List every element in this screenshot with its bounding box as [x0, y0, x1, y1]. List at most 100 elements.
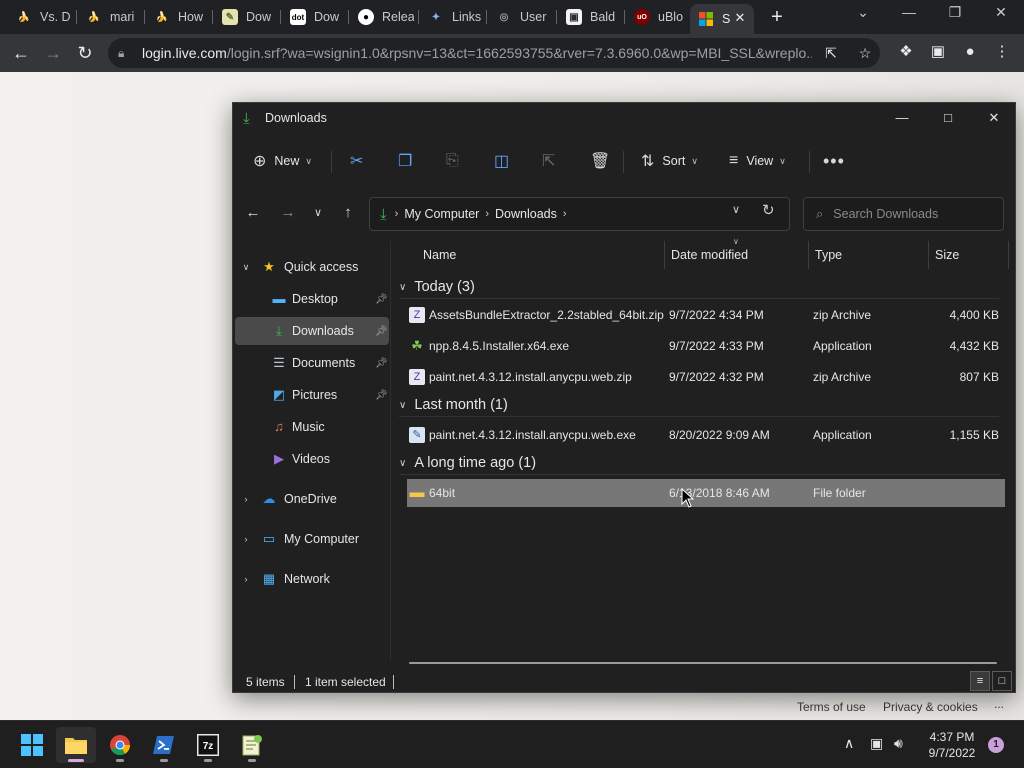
details-view-button[interactable]: ≡	[970, 671, 990, 691]
maximize-button[interactable]: □	[925, 103, 971, 133]
browser-tab[interactable]: ▣ Bald	[558, 4, 622, 30]
url-text[interactable]: login.live.com/login.srf?wa=wsignin1.0&r…	[142, 45, 812, 61]
search-box[interactable]: ⌕	[803, 197, 1004, 231]
taskbar-7zip[interactable]: 7z	[188, 727, 228, 763]
browser-tab[interactable]: ✎ Dow	[214, 4, 276, 30]
browser-tab[interactable]: 🍌 Vs. D	[8, 4, 72, 30]
close-button[interactable]: ✕	[971, 103, 1017, 133]
restore-icon[interactable]: ❐	[940, 4, 970, 21]
pin-icon[interactable]: 📌︎	[375, 326, 388, 337]
address-dropdown-icon[interactable]: ∨	[732, 203, 748, 216]
taskbar-chrome[interactable]	[100, 727, 140, 763]
file-row[interactable]: ☘ npp.8.4.5.Installer.x64.exe 9/7/2022 4…	[407, 332, 1005, 360]
view-button[interactable]: ≡ View ∨	[729, 141, 786, 181]
rename-button[interactable]: ◫	[494, 141, 509, 181]
close-tab-icon[interactable]: ✕	[732, 10, 748, 26]
nav-my-computer[interactable]: › ▭ My Computer	[235, 525, 389, 553]
copy-button[interactable]: ❐	[398, 141, 412, 181]
nav-onedrive[interactable]: › ☁ OneDrive	[235, 485, 389, 513]
nav-documents[interactable]: ☰ Documents 📌︎	[235, 349, 389, 377]
delete-button[interactable]: 🗑︎	[590, 141, 610, 181]
chevron-up-icon[interactable]: ∧	[844, 735, 854, 752]
paste-button[interactable]: ⎘	[446, 141, 459, 181]
nav-network[interactable]: › ▦ Network	[235, 565, 389, 593]
file-row[interactable]: Z paint.net.4.3.12.install.anycpu.web.zi…	[407, 363, 1005, 391]
horizontal-scrollbar[interactable]	[409, 662, 997, 664]
new-tab-button[interactable]: +	[766, 6, 788, 28]
clock[interactable]: 4:37 PM 9/7/2022	[922, 729, 982, 761]
breadcrumb-downloads[interactable]: Downloads	[495, 207, 557, 221]
nav-videos[interactable]: ▶ Videos	[235, 445, 389, 473]
minimize-icon[interactable]: —	[894, 4, 924, 20]
group-long-time-ago[interactable]: ∨ A long time ago (1)	[399, 451, 999, 475]
nav-desktop[interactable]: ▬ Desktop 📌︎	[235, 285, 389, 313]
column-header-date[interactable]: Date modified	[671, 241, 748, 269]
more-options-link[interactable]: ...	[994, 697, 1004, 711]
explorer-address-bar[interactable]: ⤓ › My Computer › Downloads ›	[369, 197, 790, 231]
column-header-size[interactable]: Size	[935, 241, 959, 269]
back-button[interactable]: ←	[241, 201, 265, 225]
browser-tab[interactable]: 🍌 How	[146, 4, 208, 30]
chevron-down-icon[interactable]: ⌄	[848, 4, 878, 21]
star-icon[interactable]: ☆	[856, 44, 874, 62]
browser-tab[interactable]: uO uBlo	[626, 4, 688, 30]
up-button[interactable]: ↑	[336, 201, 360, 225]
new-button[interactable]: ⊕ New ∨	[253, 141, 312, 181]
more-options-button[interactable]: •••	[823, 141, 845, 181]
browser-tab-active[interactable]: S ✕	[690, 4, 754, 34]
chevron-down-icon[interactable]: ∨	[241, 262, 251, 273]
pin-icon[interactable]: 📌︎	[375, 390, 388, 401]
close-icon[interactable]: ✕	[986, 4, 1016, 21]
privacy-link[interactable]: Privacy & cookies	[883, 700, 978, 714]
forward-arrow-icon[interactable]: →	[40, 40, 66, 66]
file-row-selected[interactable]: ▬ 64bit 6/13/2018 8:46 AM File folder	[407, 479, 1005, 507]
share-button[interactable]: ⇱	[542, 141, 555, 181]
pin-icon[interactable]: 📌︎	[375, 358, 388, 369]
forward-button[interactable]: →	[276, 201, 300, 225]
cut-button[interactable]: ✂	[350, 141, 363, 181]
reload-icon[interactable]: ↻	[72, 40, 98, 66]
refresh-icon[interactable]: ↻	[762, 201, 780, 219]
volume-icon[interactable]: 🔊︎	[894, 735, 903, 752]
browser-tab[interactable]: 🍌 mari	[78, 4, 140, 30]
column-header-type[interactable]: Type	[815, 241, 842, 269]
network-icon[interactable]: ▣	[870, 735, 883, 752]
address-bar[interactable]: 🔒︎ login.live.com/login.srf?wa=wsignin1.…	[108, 38, 880, 68]
date-text: 9/7/2022	[928, 746, 976, 760]
menu-dots-icon[interactable]: ⋮	[992, 42, 1012, 62]
nav-quick-access[interactable]: ∨ ★ Quick access	[235, 253, 389, 281]
back-arrow-icon[interactable]: ←	[8, 40, 34, 66]
taskbar-file-explorer[interactable]	[56, 727, 96, 763]
chevron-right-icon[interactable]: ›	[241, 494, 251, 504]
taskbar-powershell[interactable]	[144, 727, 184, 763]
browser-tab[interactable]: ✦ Links	[420, 4, 484, 30]
search-input[interactable]	[833, 207, 984, 221]
group-today[interactable]: ∨ Today (3)	[399, 275, 999, 299]
chevron-right-icon[interactable]: ›	[241, 534, 251, 544]
browser-tab[interactable]: ● Relea	[350, 4, 414, 30]
nav-downloads[interactable]: ⤓ Downloads 📌︎	[235, 317, 389, 345]
recent-locations-button[interactable]: ∨	[306, 201, 330, 225]
minimize-button[interactable]: —	[879, 103, 925, 133]
tiles-view-button[interactable]: □	[992, 671, 1012, 691]
profile-icon[interactable]: ●	[960, 42, 980, 62]
terms-link[interactable]: Terms of use	[797, 700, 866, 714]
side-panel-icon[interactable]: ▣	[928, 42, 948, 62]
browser-tab[interactable]: ◎ User	[488, 4, 554, 30]
extensions-icon[interactable]: ❖	[896, 42, 916, 62]
nav-music[interactable]: ♫ Music	[235, 413, 389, 441]
start-button[interactable]	[12, 727, 52, 763]
file-row[interactable]: Z AssetsBundleExtractor_2.2stabled_64bit…	[407, 301, 1005, 329]
pin-icon[interactable]: 📌︎	[375, 294, 388, 305]
sort-button[interactable]: ⇅ Sort ∨	[641, 141, 698, 181]
column-header-name[interactable]: Name	[423, 241, 456, 269]
taskbar-notepad-plus-plus[interactable]	[232, 727, 272, 763]
chevron-right-icon[interactable]: ›	[241, 574, 251, 584]
breadcrumb-my-computer[interactable]: My Computer	[404, 207, 479, 221]
browser-tab[interactable]: dot Dow	[282, 4, 344, 30]
nav-pictures[interactable]: ◩ Pictures 📌︎	[235, 381, 389, 409]
share-icon[interactable]: ⇱	[822, 44, 840, 62]
file-row[interactable]: ✎ paint.net.4.3.12.install.anycpu.web.ex…	[407, 421, 1005, 449]
group-last-month[interactable]: ∨ Last month (1)	[399, 393, 999, 417]
notification-badge[interactable]: 1	[988, 737, 1004, 753]
